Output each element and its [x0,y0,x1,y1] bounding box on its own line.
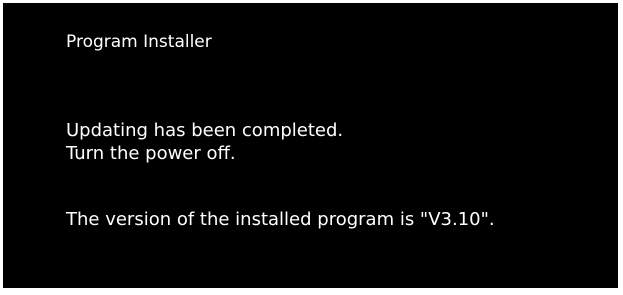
installed-version-message: The version of the installed program is … [66,209,495,230]
power-off-instruction: Turn the power off. [66,143,236,164]
completion-message: Updating has been completed. [66,120,344,141]
page-title: Program Installer [66,32,212,52]
installer-screen: Program Installer Updating has been comp… [3,3,618,288]
